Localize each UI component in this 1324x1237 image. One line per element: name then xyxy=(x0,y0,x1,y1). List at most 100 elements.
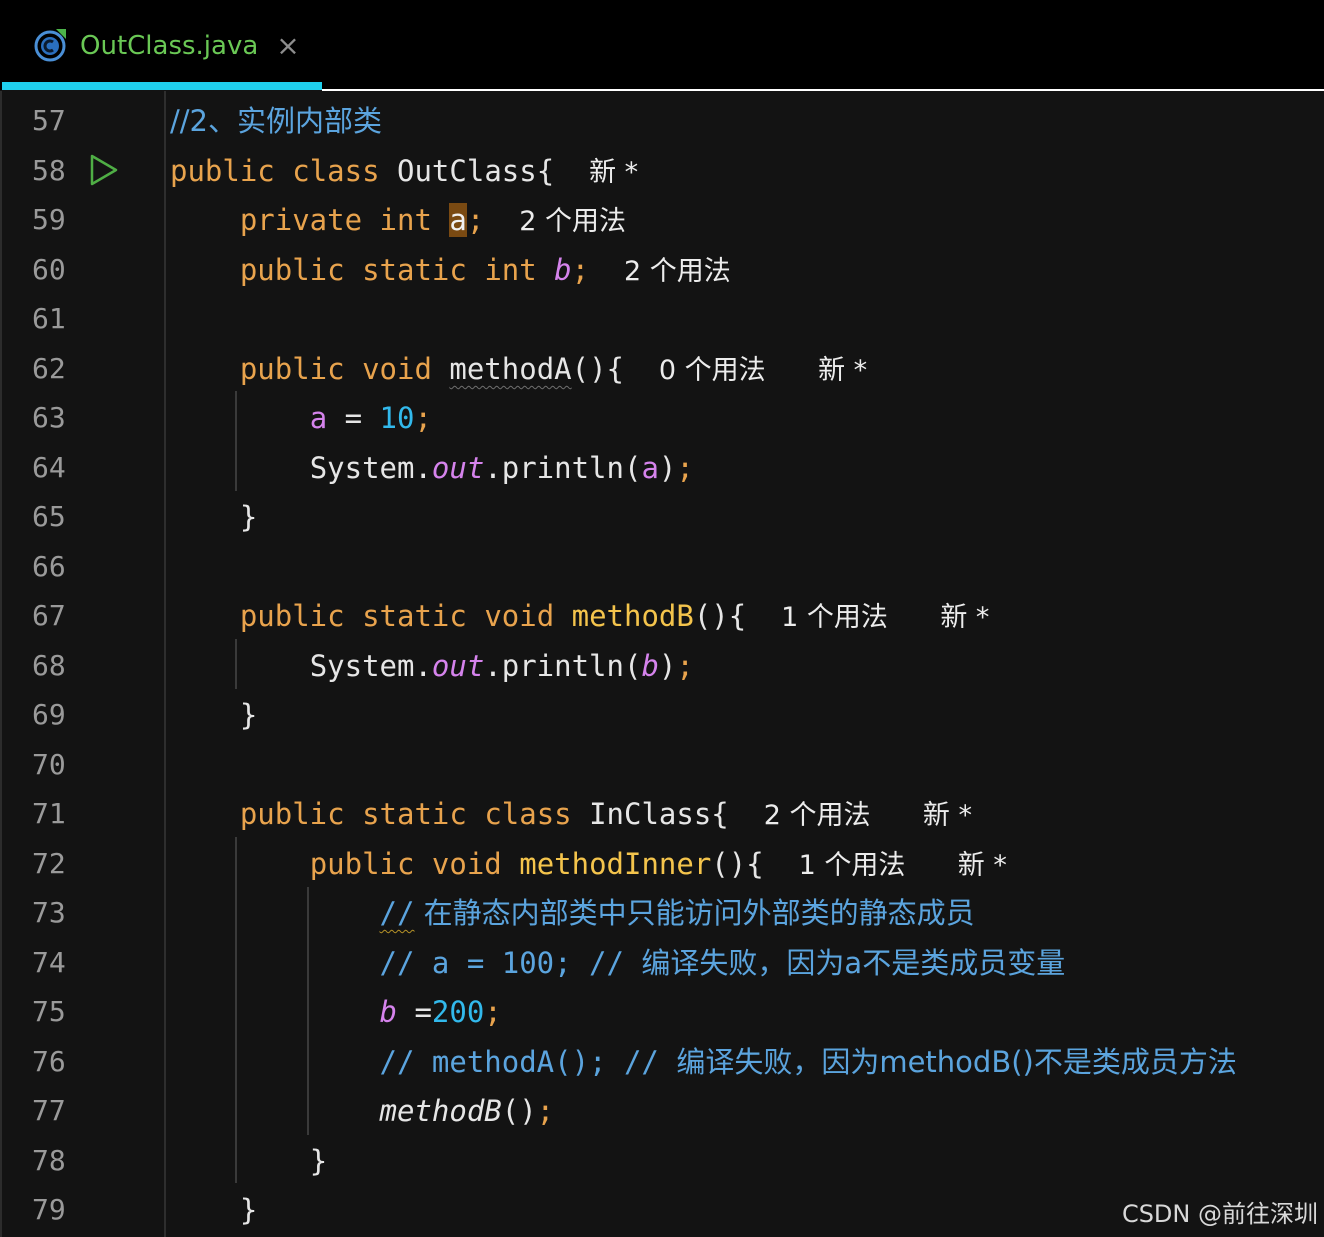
code-line-59[interactable]: private int a; 2 个用法 xyxy=(170,200,626,240)
semicolon: ; xyxy=(571,253,590,287)
keyword: static xyxy=(362,797,467,831)
keyword: static xyxy=(362,253,467,287)
inlay-hint-usages[interactable]: 1 个用法 xyxy=(781,602,888,633)
code-line-76[interactable]: // methodA(); // 编译失败，因为methodB()不是类成员方法 xyxy=(170,1042,1237,1082)
keyword: int xyxy=(484,253,537,287)
code-line-73[interactable]: // 在静态内部类中只能访问外部类的静态成员 xyxy=(170,893,975,933)
line-number-gutter: 57 58 59 60 61 62 63 64 65 66 67 68 69 7… xyxy=(0,91,165,1237)
line-number: 57 xyxy=(32,104,66,137)
code-line-65[interactable]: } xyxy=(170,497,257,537)
code-line-60[interactable]: public static int b; 2 个用法 xyxy=(170,250,731,290)
line-number: 79 xyxy=(32,1193,66,1226)
line-number: 73 xyxy=(32,896,66,929)
code-line-63[interactable]: a = 10; xyxy=(170,398,432,438)
code-line-79[interactable]: } xyxy=(170,1190,257,1230)
keyword: private xyxy=(239,203,363,237)
inlay-hint-new[interactable]: 新 * xyxy=(589,157,638,188)
gutter-separator xyxy=(164,91,166,1237)
close-icon[interactable]: × xyxy=(274,30,302,62)
tab-title: OutClass.java xyxy=(80,31,259,61)
method-name: methodB xyxy=(571,599,694,633)
code-line-64[interactable]: System.out.println(a); xyxy=(170,448,694,488)
code-line-68[interactable]: System.out.println(b); xyxy=(170,646,694,686)
semicolon: ; xyxy=(676,451,694,485)
code-text: (){ xyxy=(711,847,764,881)
code-text: .println( xyxy=(484,649,642,683)
field: a xyxy=(309,401,328,435)
line-number: 69 xyxy=(32,698,66,731)
keyword: public xyxy=(239,352,345,386)
semicolon: ; xyxy=(676,649,694,683)
code-line-57[interactable]: //2、实例内部类 xyxy=(170,101,382,141)
line-number: 75 xyxy=(32,995,66,1028)
line-number: 66 xyxy=(32,550,66,583)
keyword: void xyxy=(431,847,502,881)
keyword: public xyxy=(239,599,345,633)
semicolon: ; xyxy=(536,1094,555,1128)
code-line-71[interactable]: public static class InClass{ 2 个用法 新 * xyxy=(170,794,972,834)
semicolon: ; xyxy=(466,203,485,237)
line-number: 58 xyxy=(32,154,66,187)
active-tab-indicator xyxy=(2,82,322,90)
method-name-unused: methodA xyxy=(449,352,572,386)
keyword: public xyxy=(309,847,415,881)
line-number: 61 xyxy=(32,302,66,335)
inlay-hint-usages[interactable]: 2 个用法 xyxy=(624,256,731,287)
inlay-hint-usages[interactable]: 1 个用法 xyxy=(799,850,906,881)
line-number: 70 xyxy=(32,748,66,781)
inlay-hint-new[interactable]: 新 * xyxy=(940,602,989,633)
code-text: ) xyxy=(658,649,677,683)
comment: //2、实例内部类 xyxy=(170,104,382,138)
inlay-hint-usages[interactable]: 2 个用法 xyxy=(764,800,871,831)
line-number: 78 xyxy=(32,1144,66,1177)
inlay-hint-new[interactable]: 新 * xyxy=(818,355,867,386)
number: 10 xyxy=(379,401,415,435)
brace: } xyxy=(239,500,258,534)
code-line-75[interactable]: b =200; xyxy=(170,992,502,1032)
comment: 编译失败，因为methodB()不是类成员方法 xyxy=(676,1045,1237,1079)
comment: // a = 100; // xyxy=(379,946,642,980)
code-text: ) xyxy=(658,451,677,485)
inlay-hint-usages[interactable]: 2 个用法 xyxy=(519,206,626,237)
code-line-69[interactable]: } xyxy=(170,695,257,735)
keyword: public xyxy=(239,797,345,831)
run-icon[interactable] xyxy=(88,153,120,187)
line-number: 77 xyxy=(32,1094,66,1127)
static-field: b xyxy=(554,253,572,287)
brace: } xyxy=(239,698,258,732)
brace: } xyxy=(239,1193,258,1227)
code-text: System. xyxy=(309,649,432,683)
code-line-74[interactable]: // a = 100; // 编译失败，因为a不是类成员变量 xyxy=(170,943,1066,983)
line-number: 59 xyxy=(32,203,66,236)
code-line-78[interactable]: } xyxy=(170,1141,327,1181)
keyword: void xyxy=(362,352,432,386)
class-name: InClass{ xyxy=(589,797,729,831)
inlay-hint-new[interactable]: 新 * xyxy=(958,850,1007,881)
comment: // methodA(); // xyxy=(379,1045,677,1079)
inlay-hint-new[interactable]: 新 * xyxy=(923,800,972,831)
keyword: static xyxy=(362,599,467,633)
keyword: void xyxy=(484,599,555,633)
tab-bar-divider xyxy=(322,89,1324,91)
code-line-62[interactable]: public void methodA(){ 0 个用法 新 * xyxy=(170,349,867,389)
editor-tab-bar: OutClass.java × xyxy=(0,0,1324,91)
keyword: class xyxy=(292,154,380,188)
line-number: 72 xyxy=(32,847,66,880)
code-text: .println( xyxy=(484,451,642,485)
static-field: out xyxy=(431,649,485,683)
watermark: CSDN @前往深圳 xyxy=(1121,1200,1318,1228)
line-number: 63 xyxy=(32,401,66,434)
brace: } xyxy=(309,1144,328,1178)
code-line-67[interactable]: public static void methodB(){ 1 个用法 新 * xyxy=(170,596,990,636)
inlay-hint-usages[interactable]: 0 个用法 xyxy=(659,355,766,386)
code-line-77[interactable]: methodB(); xyxy=(170,1091,555,1131)
java-class-icon xyxy=(34,29,66,62)
line-number: 74 xyxy=(32,946,66,979)
code-line-72[interactable]: public void methodInner(){ 1 个用法 新 * xyxy=(170,844,1007,884)
line-number: 65 xyxy=(32,500,66,533)
code-line-58[interactable]: public class OutClass{ 新 * xyxy=(170,151,638,191)
keyword: class xyxy=(484,797,572,831)
line-number: 60 xyxy=(32,253,66,286)
code-text: (){ xyxy=(693,599,747,633)
tab-outclass-java[interactable]: OutClass.java × xyxy=(2,0,322,90)
